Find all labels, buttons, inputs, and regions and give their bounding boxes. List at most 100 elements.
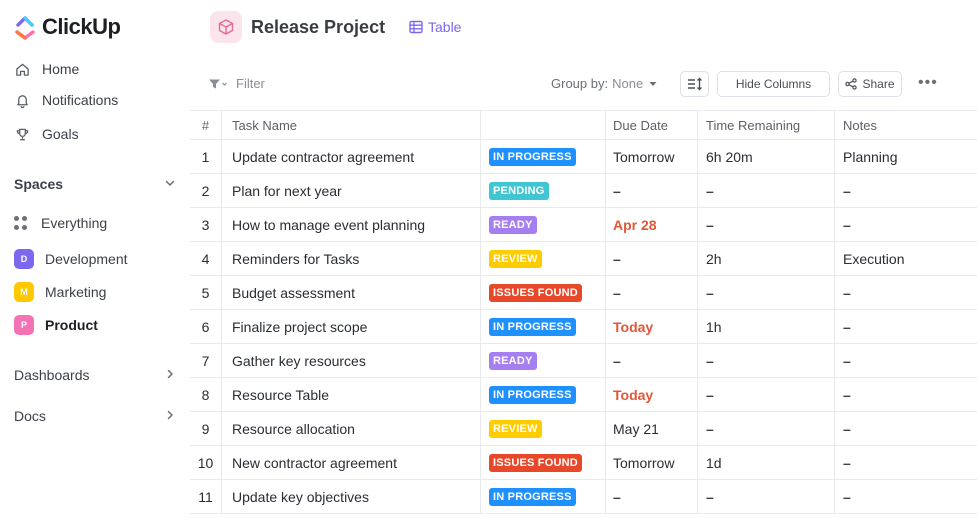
- sidebar-item-notifications[interactable]: Notifications: [14, 90, 118, 110]
- status-badge[interactable]: READY: [489, 215, 537, 234]
- sidebar-item-home[interactable]: Home: [14, 59, 79, 79]
- notes[interactable]: –: [834, 378, 977, 411]
- status-cell[interactable]: READY: [480, 208, 605, 241]
- due-date[interactable]: Today: [605, 378, 697, 411]
- sidebar-item-marketing[interactable]: M Marketing: [14, 282, 106, 302]
- time-remaining[interactable]: 1h: [697, 310, 834, 343]
- status-badge[interactable]: PENDING: [489, 181, 549, 200]
- status-cell[interactable]: IN PROGRESS: [480, 310, 605, 343]
- due-date[interactable]: Today: [605, 310, 697, 343]
- time-remaining[interactable]: –: [697, 276, 834, 309]
- task-name[interactable]: Plan for next year: [221, 174, 480, 207]
- time-remaining[interactable]: –: [697, 412, 834, 445]
- sidebar-item-everything[interactable]: Everything: [14, 213, 107, 233]
- more-options-icon[interactable]: •••: [918, 74, 938, 92]
- status-badge[interactable]: IN PROGRESS: [489, 147, 576, 166]
- filter-button[interactable]: Filter: [208, 76, 265, 91]
- table-row[interactable]: 9 Resource allocation REVIEW May 21– –: [190, 412, 977, 446]
- status-badge[interactable]: READY: [489, 351, 537, 370]
- sort-button[interactable]: [680, 71, 709, 97]
- task-name[interactable]: Reminders for Tasks: [221, 242, 480, 275]
- status-cell[interactable]: IN PROGRESS: [480, 480, 605, 513]
- table-row[interactable]: 4 Reminders for Tasks REVIEW –2h Execution: [190, 242, 977, 276]
- time-remaining[interactable]: –: [697, 378, 834, 411]
- status-badge[interactable]: REVIEW: [489, 249, 542, 268]
- tab-table-view[interactable]: Table: [409, 19, 461, 35]
- status-cell[interactable]: REVIEW: [480, 242, 605, 275]
- task-name[interactable]: Update contractor agreement: [221, 140, 480, 173]
- status-cell[interactable]: ISSUES FOUND: [480, 276, 605, 309]
- time-remaining[interactable]: –: [697, 344, 834, 377]
- column-header-notes[interactable]: Notes: [834, 111, 977, 139]
- status-badge[interactable]: ISSUES FOUND: [489, 453, 582, 472]
- hide-columns-button[interactable]: Hide Columns: [717, 71, 830, 97]
- sidebar-item-product[interactable]: P Product: [14, 315, 98, 335]
- notes[interactable]: Execution: [834, 242, 977, 275]
- status-badge[interactable]: IN PROGRESS: [489, 317, 576, 336]
- status-cell[interactable]: REVIEW: [480, 412, 605, 445]
- table-row[interactable]: 7 Gather key resources READY – – –: [190, 344, 977, 378]
- task-name[interactable]: Update key objectives: [221, 480, 480, 513]
- status-badge[interactable]: IN PROGRESS: [489, 385, 576, 404]
- table-row[interactable]: 3 How to manage event planning READY Apr 28…: [190, 208, 977, 242]
- task-name[interactable]: Resource Table: [221, 378, 480, 411]
- table-row[interactable]: 5 Budget assessment ISSUES FOUND – – –: [190, 276, 977, 310]
- notes[interactable]: –: [834, 310, 977, 343]
- status-cell[interactable]: READY: [480, 344, 605, 377]
- chevron-down-icon[interactable]: [164, 176, 176, 192]
- notes[interactable]: –: [834, 174, 977, 207]
- due-date[interactable]: May 21: [605, 412, 697, 445]
- time-remaining[interactable]: 1d: [697, 446, 834, 479]
- task-name[interactable]: How to manage event planning: [221, 208, 480, 241]
- task-name[interactable]: Resource allocation: [221, 412, 480, 445]
- share-button[interactable]: Share: [838, 71, 902, 97]
- due-date[interactable]: –: [605, 276, 697, 309]
- task-name[interactable]: Finalize project scope: [221, 310, 480, 343]
- sidebar-item-docs[interactable]: Docs: [14, 408, 176, 424]
- due-date[interactable]: –: [605, 174, 697, 207]
- clickup-logo[interactable]: ClickUp: [14, 14, 121, 40]
- due-date[interactable]: –: [605, 480, 697, 513]
- column-header-number[interactable]: #: [190, 111, 221, 139]
- due-date[interactable]: –: [605, 344, 697, 377]
- status-badge[interactable]: ISSUES FOUND: [489, 283, 582, 302]
- due-date[interactable]: Tomorrow: [605, 446, 697, 479]
- table-row[interactable]: 6 Finalize project scope IN PROGRESS Today 1…: [190, 310, 977, 344]
- sidebar-item-development[interactable]: D Development: [14, 249, 128, 269]
- table-row[interactable]: 10 New contractor agreement ISSUES FOUND To…: [190, 446, 977, 480]
- task-name[interactable]: Gather key resources: [221, 344, 480, 377]
- due-date[interactable]: Apr 28: [605, 208, 697, 241]
- table-row[interactable]: 1 Update contractor agreement IN PROGRESS T…: [190, 140, 977, 174]
- status-badge[interactable]: REVIEW: [489, 419, 542, 438]
- column-header-task-name[interactable]: Task Name: [221, 111, 480, 139]
- status-cell[interactable]: IN PROGRESS: [480, 378, 605, 411]
- notes[interactable]: –: [834, 446, 977, 479]
- due-date[interactable]: –: [605, 242, 697, 275]
- notes[interactable]: –: [834, 412, 977, 445]
- time-remaining[interactable]: 6h 20m: [697, 140, 834, 173]
- notes[interactable]: –: [834, 480, 977, 513]
- status-cell[interactable]: IN PROGRESS: [480, 140, 605, 173]
- notes[interactable]: –: [834, 344, 977, 377]
- due-date[interactable]: Tomorrow: [605, 140, 697, 173]
- notes[interactable]: –: [834, 276, 977, 309]
- status-cell[interactable]: PENDING: [480, 174, 605, 207]
- column-header-due-date[interactable]: Due Date: [605, 111, 697, 139]
- sidebar-item-dashboards[interactable]: Dashboards: [14, 367, 176, 383]
- notes[interactable]: Planning: [834, 140, 977, 173]
- status-cell[interactable]: ISSUES FOUND: [480, 446, 605, 479]
- table-row[interactable]: 2 Plan for next year PENDING – – –: [190, 174, 977, 208]
- time-remaining[interactable]: –: [697, 480, 834, 513]
- table-row[interactable]: 11 Update key objectives IN PROGRESS – – –: [190, 480, 977, 514]
- spaces-header[interactable]: Spaces: [14, 176, 176, 192]
- time-remaining[interactable]: –: [697, 208, 834, 241]
- time-remaining[interactable]: –: [697, 174, 834, 207]
- task-name[interactable]: Budget assessment: [221, 276, 480, 309]
- sidebar-item-goals[interactable]: Goals: [14, 124, 79, 144]
- task-name[interactable]: New contractor agreement: [221, 446, 480, 479]
- column-header-status[interactable]: [480, 111, 605, 139]
- column-header-time-remaining[interactable]: Time Remaining: [697, 111, 834, 139]
- group-by-dropdown[interactable]: Group by: None: [551, 76, 659, 91]
- status-badge[interactable]: IN PROGRESS: [489, 487, 576, 506]
- table-row[interactable]: 8 Resource Table IN PROGRESS Today – –: [190, 378, 977, 412]
